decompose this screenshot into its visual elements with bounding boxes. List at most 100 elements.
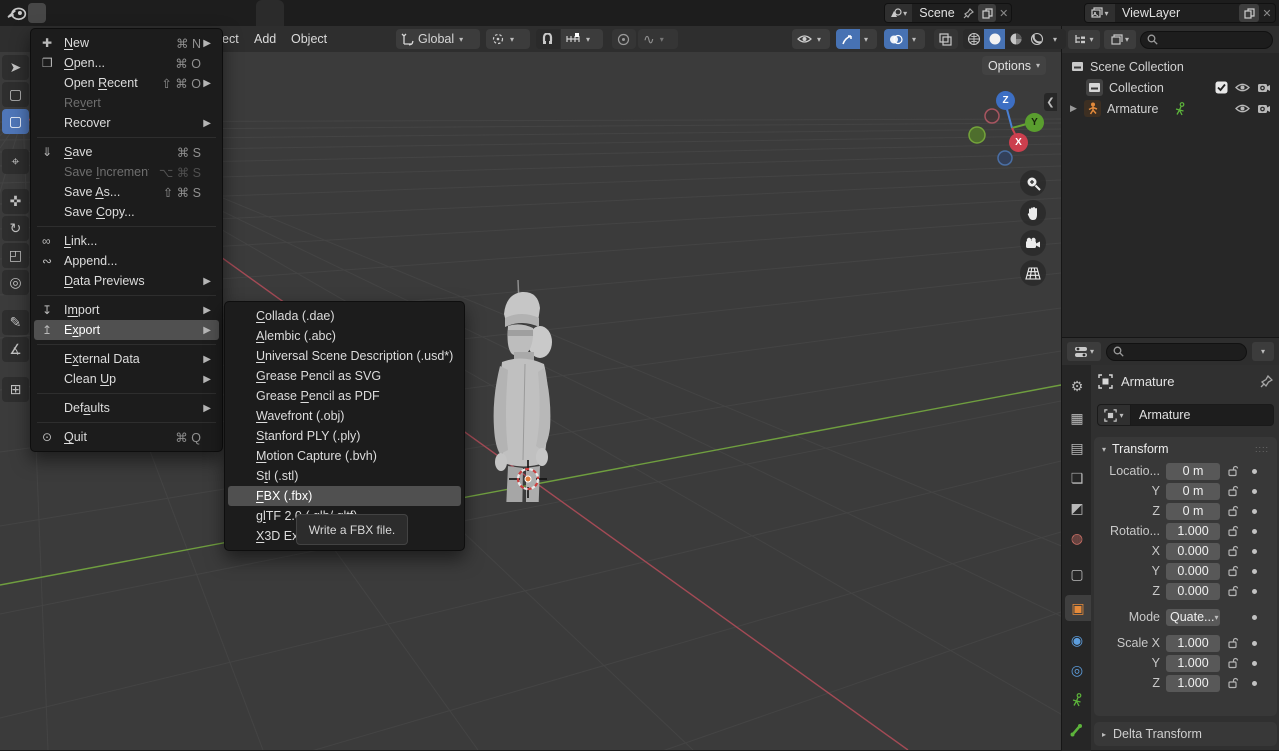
value-field[interactable]: 1.000 [1166,675,1220,692]
collapse-arrow[interactable]: ❮ [1044,93,1057,111]
scene-icon-button[interactable]: ▾ [885,4,912,22]
duplicate-scene-icon[interactable] [978,4,996,22]
material-shading-icon[interactable] [1005,29,1026,49]
animate-dot[interactable] [1252,549,1257,554]
animate-dot[interactable] [1252,681,1257,686]
tab-view-layer[interactable]: ❏ [1064,465,1090,491]
value-field[interactable]: 0.000 [1166,563,1220,580]
tool-button[interactable]: ✜ [2,189,29,214]
file-menu-item[interactable]: Save Copy... ▶ [34,202,219,222]
outliner-search-input[interactable] [1140,31,1273,49]
properties-options-dropdown[interactable]: ▾ [1252,342,1274,361]
outliner-filter-dropdown[interactable]: ▾ [1104,30,1136,49]
snap-toggle[interactable] [536,29,560,49]
value-field[interactable]: 0 m [1166,463,1220,480]
menu-object[interactable]: Object [291,26,327,52]
export-menu-item[interactable]: Stl (.stl) [228,466,461,486]
solid-shading-icon[interactable] [984,29,1005,49]
animate-dot[interactable] [1252,641,1257,646]
menu-select-clipped[interactable]: ect [222,26,239,52]
file-menu-item[interactable]: External Data ▶ [34,349,219,369]
lock-open-icon[interactable] [1220,485,1246,497]
animate-dot[interactable] [1252,469,1257,474]
close-icon[interactable]: ✕ [996,7,1011,20]
visibility-dropdown[interactable]: ▾ [792,29,830,49]
tool-button[interactable]: ◰ [2,243,29,268]
tab-collection[interactable]: ▢ [1064,561,1090,587]
export-menu-item[interactable]: Collada (.dae) [228,306,461,326]
object-id-dropdown[interactable]: ▾ [1097,404,1131,426]
file-menu-item[interactable]: New ⌘ N ▶ [34,33,219,53]
lock-open-icon[interactable] [1220,545,1246,557]
file-menu-item[interactable]: Revert ▶ [34,93,219,113]
falloff-dropdown[interactable]: ∿▾ [638,29,678,49]
delta-transform-panel[interactable]: ▸ Delta Transform [1094,722,1277,746]
file-menu-item[interactable]: Defaults ▶ [34,398,219,418]
animate-dot[interactable] [1252,661,1257,666]
export-menu-item[interactable]: FBX (.fbx) [228,486,461,506]
file-menu-item[interactable]: Data Previews ▶ [34,271,219,291]
tool-button[interactable]: ∡ [2,337,29,362]
wireframe-shading-icon[interactable] [963,29,984,49]
properties-search-input[interactable] [1106,343,1247,361]
animate-dot[interactable] [1252,589,1257,594]
workspace-tab[interactable] [424,0,452,26]
file-menu-item[interactable]: Export ▶ [34,320,219,340]
tab-bone[interactable] [1064,717,1090,743]
eye-icon[interactable] [1235,82,1250,93]
overlays-toggle[interactable] [884,29,908,49]
object-name-field[interactable]: Armature [1131,404,1274,426]
file-menu-item[interactable]: Append... ▶ [34,251,219,271]
pin-icon[interactable] [1260,375,1273,388]
export-menu-item[interactable]: Stanford PLY (.ply) [228,426,461,446]
topbar-menu[interactable] [28,3,46,23]
export-menu-item[interactable]: Wavefront (.obj) [228,406,461,426]
tool-button[interactable]: ➤ [2,55,29,80]
checkbox-icon[interactable] [1215,81,1228,94]
tab-world[interactable]: ◍ [1064,525,1090,551]
tab-physics[interactable]: ◉ [1064,627,1090,653]
close-icon[interactable]: ✕ [1259,7,1275,20]
navigation-gizmo[interactable]: Z Y X [965,88,1049,172]
pan-button[interactable] [1020,200,1046,226]
animate-dot[interactable] [1252,529,1257,534]
gizmos-toggle[interactable] [836,29,860,49]
animate-dot[interactable] [1252,489,1257,494]
outliner-row-scene-collection[interactable]: Scene Collection [1062,56,1279,77]
value-field[interactable]: 0.000 [1166,543,1220,560]
grip-icon[interactable]: :::: [1255,444,1269,454]
workspace-tab[interactable] [340,0,368,26]
tool-button[interactable]: ▢ [2,82,29,107]
tab-object[interactable]: ▣ [1065,595,1091,621]
gizmo-y-axis[interactable]: Y [1025,113,1044,132]
snap-settings-dropdown[interactable]: ▾ [561,29,603,49]
export-menu-item[interactable]: Grease Pencil as PDF [228,386,461,406]
lock-open-icon[interactable] [1220,505,1246,517]
workspace-tab[interactable] [396,0,424,26]
camera-view-button[interactable] [1020,230,1046,256]
outliner-display-mode-dropdown[interactable]: ▾ [1068,30,1100,49]
pin-icon[interactable] [962,5,977,21]
lock-open-icon[interactable] [1220,525,1246,537]
tab-render[interactable]: ▦ [1064,405,1090,431]
file-menu-item[interactable]: Open... ⌘ O ▶ [34,53,219,73]
export-menu-item[interactable]: Motion Capture (.bvh) [228,446,461,466]
transform-panel-header[interactable]: ▾ Transform :::: [1094,437,1277,461]
file-menu-item[interactable]: Recover ▶ [34,113,219,133]
workspace-tab[interactable] [368,0,396,26]
animate-dot[interactable] [1252,615,1257,620]
transform-orientation-dropdown[interactable]: Global ▾ [396,29,480,49]
lock-open-icon[interactable] [1220,465,1246,477]
tool-button[interactable]: ◎ [2,270,29,295]
file-menu-item[interactable]: Link... ▶ [34,231,219,251]
workspace-tab[interactable] [284,0,312,26]
eye-icon[interactable] [1235,103,1250,114]
viewlayer-name[interactable]: ViewLayer [1115,6,1237,20]
overlays-dropdown[interactable]: ▾ [908,29,925,49]
outliner-row-collection[interactable]: Collection [1062,77,1279,98]
scene-name[interactable]: Scene [912,6,961,20]
tab-scene[interactable]: ◩ [1064,495,1090,521]
camera-restrict-icon[interactable] [1257,103,1271,114]
export-menu-item[interactable]: Universal Scene Description (.usd*) [228,346,461,366]
properties-editor-type-dropdown[interactable]: ▾ [1067,342,1101,361]
